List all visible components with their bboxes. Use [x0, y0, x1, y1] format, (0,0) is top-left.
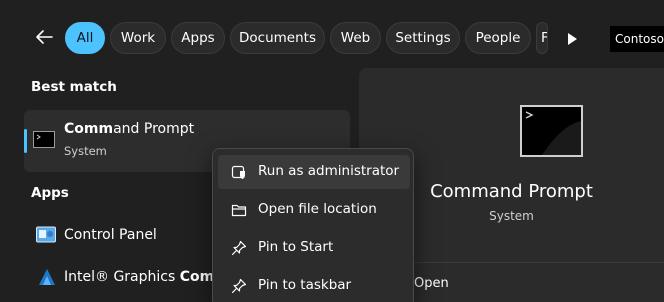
menu-item-label: Run as administrator — [258, 163, 400, 179]
command-prompt-icon — [33, 131, 55, 148]
menu-item-label: Pin to taskbar — [258, 277, 352, 293]
filter-chip-all[interactable]: All — [65, 22, 105, 54]
filter-chip-work[interactable]: Work — [110, 22, 166, 54]
menu-item-pin-to-taskbar[interactable]: Pin to taskbar — [218, 269, 410, 302]
app-result-label-prefix: Intel® Graphics — [64, 269, 180, 285]
best-match-title-match: Comm — [64, 121, 114, 137]
best-match-heading: Best match — [31, 79, 117, 95]
menu-item-label: Pin to Start — [258, 239, 334, 255]
best-match-title-rest: and Prompt — [113, 121, 195, 137]
filter-chip-documents[interactable]: Documents — [230, 22, 325, 54]
menu-item-label: Open file location — [258, 201, 377, 217]
filter-chip-settings[interactable]: Settings — [386, 22, 460, 54]
selection-indicator — [24, 129, 27, 153]
best-match-title: Command Prompt — [64, 121, 194, 137]
admin-shield-icon — [231, 165, 245, 179]
play-icon[interactable] — [562, 29, 582, 49]
command-prompt-glyph — [36, 134, 41, 140]
back-arrow-icon[interactable] — [34, 27, 54, 47]
menu-item-open-file-location[interactable]: Open file location — [218, 193, 410, 227]
pin-icon — [231, 240, 247, 256]
control-panel-icon — [36, 226, 56, 243]
menu-item-pin-to-start[interactable]: Pin to Start — [218, 231, 410, 265]
app-result-label: Control Panel — [64, 227, 157, 243]
pin-icon — [231, 278, 247, 294]
filter-chip-apps[interactable]: Apps — [171, 22, 225, 54]
filter-chip-web[interactable]: Web — [330, 22, 381, 54]
intel-graphics-icon — [39, 269, 55, 285]
folder-icon — [231, 204, 247, 217]
account-badge[interactable]: Contoso — [610, 26, 664, 52]
filter-chip-people[interactable]: People — [465, 22, 531, 54]
apps-heading: Apps — [31, 185, 69, 201]
open-action[interactable]: Open — [414, 276, 449, 291]
best-match-subtitle: System — [64, 144, 107, 158]
filter-chip-overflow[interactable]: F — [536, 22, 548, 54]
menu-item-run-as-administrator[interactable]: Run as administrator — [218, 155, 410, 189]
command-prompt-icon — [520, 105, 583, 157]
context-menu: Run as administrator Open file location … — [212, 148, 414, 302]
command-prompt-glyph — [525, 111, 581, 155]
